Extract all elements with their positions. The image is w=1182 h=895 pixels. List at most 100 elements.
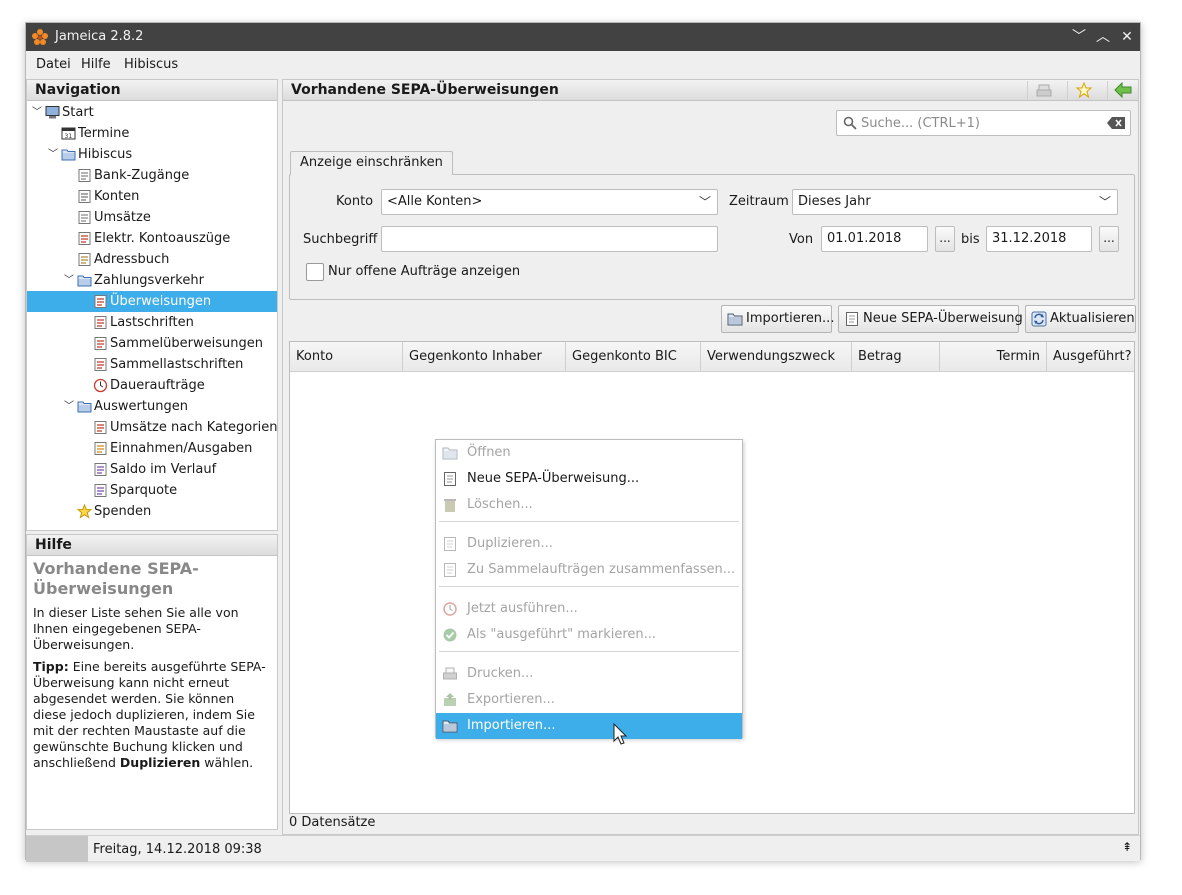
context-menu-item[interactable]: Importieren...: [436, 713, 742, 739]
context-menu-item[interactable]: Als "ausgeführt" markieren...: [436, 622, 742, 648]
sidebar-item[interactable]: Bank-Zugänge: [27, 165, 277, 186]
sidebar-item[interactable]: Elektr. Kontoauszüge: [27, 228, 277, 249]
context-menu-item[interactable]: Zu Sammelaufträgen zusammenfassen...: [436, 557, 742, 583]
context-menu: Öffnen Neue SEPA-Überweisung... Löschen...…: [435, 439, 743, 739]
sidebar-item[interactable]: ﹀ Start: [27, 102, 277, 123]
context-menu-item-label: Öffnen: [467, 445, 511, 460]
star-icon: [77, 504, 92, 519]
sidebar-item[interactable]: Sammelüberweisungen: [27, 333, 277, 354]
column-gegenkonto-bic[interactable]: Gegenkonto BIC: [566, 342, 701, 372]
sidebar-item[interactable]: Umsätze nach Kategorien: [27, 417, 277, 438]
status-bar: Freitag, 14.12.2018 09:38 ⇞: [26, 835, 1140, 862]
konto-select[interactable]: <Alle Konten> ﹀: [381, 189, 718, 215]
mouse-cursor-icon: [613, 723, 628, 745]
refresh-button[interactable]: Aktualisieren: [1025, 305, 1136, 333]
bis-date-input[interactable]: 31.12.2018: [986, 226, 1092, 252]
expand-log-icon[interactable]: ⇞: [1122, 840, 1132, 854]
column-termin[interactable]: Termin: [940, 342, 1047, 372]
star-icon: [1076, 82, 1092, 98]
help-tip-bold: Duplizieren: [119, 755, 201, 770]
sidebar-item[interactable]: Adressbuch: [27, 249, 277, 270]
document-icon: [846, 312, 858, 326]
von-date-picker-button[interactable]: ...: [935, 226, 955, 252]
menu-datei[interactable]: Datei: [36, 57, 71, 72]
sidebar-item-label: Saldo im Verlauf: [110, 462, 217, 477]
column-verwendungszweck[interactable]: Verwendungszweck: [701, 342, 852, 372]
menu-separator: [439, 651, 739, 652]
sidebar-item[interactable]: Umsätze: [27, 207, 277, 228]
help-panel: Hilfe Vorhandene SEPA-Überweisungen In d…: [26, 534, 278, 830]
zeitraum-select[interactable]: Dieses Jahr ﹀: [792, 189, 1118, 215]
back-toolbar-button[interactable]: [1107, 81, 1137, 100]
von-date-input[interactable]: 01.01.2018: [821, 226, 928, 252]
context-menu-item[interactable]: Öffnen: [436, 440, 742, 466]
help-tip: Tipp: Eine bereits ausgeführte SEPA-Über…: [27, 653, 277, 771]
print-toolbar-button[interactable]: [1027, 81, 1057, 100]
menu-hilfe[interactable]: Hilfe: [81, 57, 111, 72]
status-datetime: Freitag, 14.12.2018 09:38: [93, 842, 262, 857]
context-menu-item[interactable]: Exportieren...: [436, 687, 742, 713]
chevron-down-icon[interactable]: ﹀: [31, 102, 43, 123]
sidebar-item-label: Hibiscus: [78, 147, 133, 162]
column-betrag[interactable]: Betrag: [852, 342, 940, 372]
sidebar-item[interactable]: Überweisungen: [27, 291, 277, 312]
addressbook-icon: [78, 253, 91, 266]
context-menu-item-label: Drucken...: [467, 666, 534, 681]
sidebar-item-label: Elektr. Kontoauszüge: [94, 231, 231, 246]
context-menu-item[interactable]: Duplizieren...: [436, 531, 742, 557]
import-button[interactable]: Importieren...: [721, 305, 834, 333]
search-input[interactable]: Suche... (CTRL+1): [836, 110, 1131, 136]
close-button[interactable]: ✕: [1116, 26, 1138, 48]
column-ausgefuehrt[interactable]: Ausgeführt?: [1047, 342, 1134, 372]
sidebar-item[interactable]: ﹀ Zahlungsverkehr: [27, 270, 277, 291]
search-icon: [843, 116, 857, 130]
trash-icon: [444, 499, 456, 512]
context-menu-item[interactable]: Löschen...: [436, 492, 742, 518]
sidebar-item[interactable]: Lastschriften: [27, 312, 277, 333]
column-konto[interactable]: Konto: [290, 342, 403, 372]
bookmark-toolbar-button[interactable]: [1067, 81, 1097, 100]
clear-search-icon[interactable]: [1107, 117, 1125, 129]
sidebar-item[interactable]: 31 Termine: [27, 123, 277, 144]
tab-anzeige-einschraenken[interactable]: Anzeige einschränken: [290, 151, 453, 175]
minimize-button[interactable]: ﹀: [1068, 26, 1090, 48]
window-title: Jameica 2.8.2: [55, 29, 144, 44]
chevron-down-icon[interactable]: ﹀: [47, 144, 59, 165]
new-sepa-transfer-button[interactable]: Neue SEPA-Überweisung: [838, 305, 1023, 333]
document-icon: [444, 472, 456, 486]
sidebar-item[interactable]: Spenden: [27, 501, 277, 522]
folder-icon: [77, 275, 92, 287]
folder-icon: [61, 149, 76, 161]
chevron-down-icon[interactable]: ﹀: [63, 270, 75, 291]
menu-hibiscus[interactable]: Hibiscus: [124, 57, 178, 72]
printer-icon: [1036, 84, 1052, 97]
sidebar-item-label: Lastschriften: [110, 315, 194, 330]
batch-debit-icon: [94, 358, 107, 371]
sidebar-item-label: Start: [62, 105, 94, 120]
maximize-button[interactable]: ︿: [1092, 26, 1114, 48]
sidebar-item[interactable]: Sparquote: [27, 480, 277, 501]
chevron-down-icon[interactable]: ﹀: [63, 396, 75, 417]
help-tip-text: Eine bereits ausgeführte SEPA-Überweisun…: [33, 659, 266, 770]
suchbegriff-input[interactable]: [381, 226, 718, 252]
sidebar-item-label: Zahlungsverkehr: [94, 273, 204, 288]
bis-date-picker-button[interactable]: ...: [1099, 226, 1119, 252]
sidebar-item[interactable]: ﹀ Hibiscus: [27, 144, 277, 165]
sidebar-item-label: Sammellastschriften: [110, 357, 244, 372]
sidebar-item[interactable]: ﹀ Auswertungen: [27, 396, 277, 417]
context-menu-item[interactable]: Neue SEPA-Überweisung...: [436, 466, 742, 492]
batch-icon: [444, 563, 456, 577]
sidebar-item[interactable]: Daueraufträge: [27, 375, 277, 396]
sidebar-item[interactable]: Sammellastschriften: [27, 354, 277, 375]
help-title: Hilfe: [27, 535, 277, 556]
column-gegenkonto-inhaber[interactable]: Gegenkonto Inhaber: [403, 342, 566, 372]
context-menu-item[interactable]: Drucken...: [436, 661, 742, 687]
open-only-checkbox[interactable]: [306, 263, 324, 281]
sidebar-item[interactable]: Konten: [27, 186, 277, 207]
open-only-label: Nur offene Aufträge anzeigen: [328, 264, 521, 279]
sidebar-item[interactable]: Einnahmen/Ausgaben: [27, 438, 277, 459]
svg-text:31: 31: [65, 133, 73, 140]
sidebar-item[interactable]: Saldo im Verlauf: [27, 459, 277, 480]
account-icon: [78, 190, 91, 203]
context-menu-item[interactable]: Jetzt ausführen...: [436, 596, 742, 622]
